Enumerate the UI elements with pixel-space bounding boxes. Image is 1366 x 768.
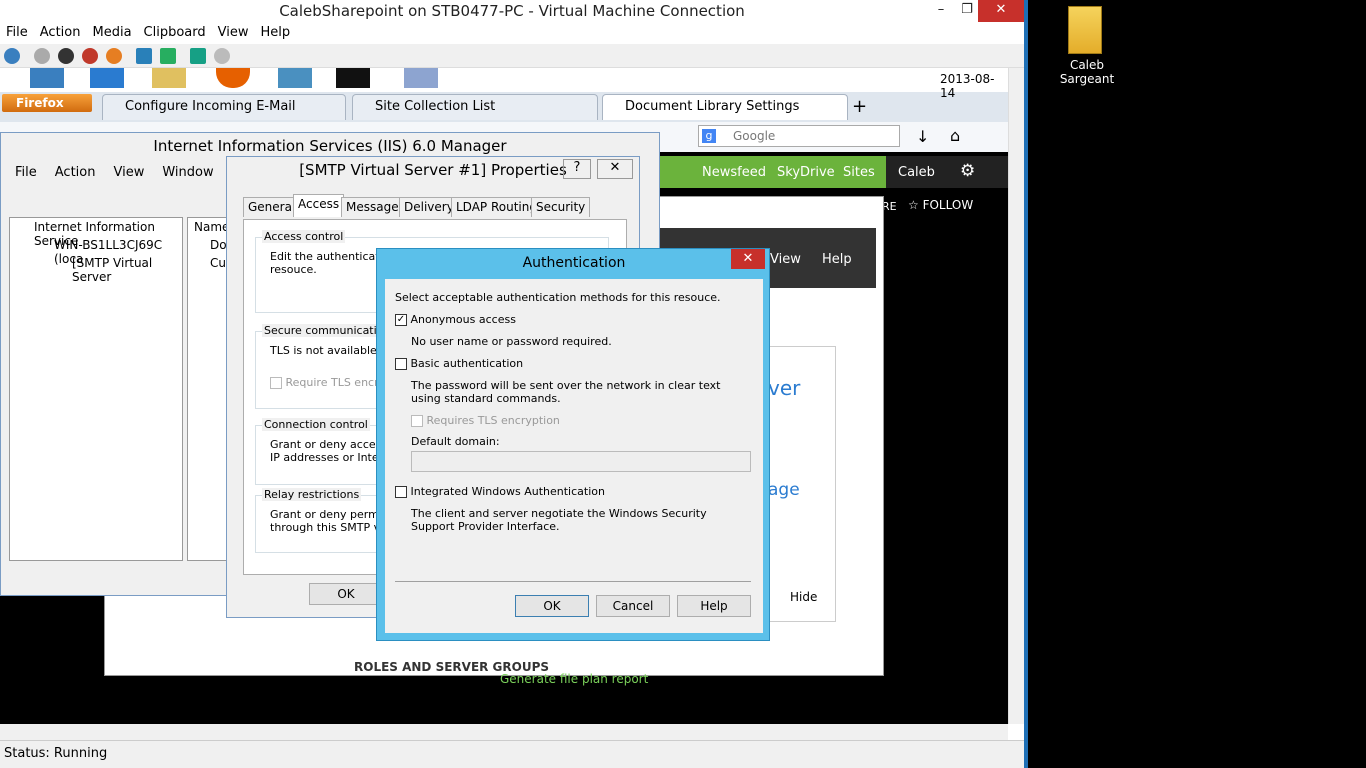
iis-tree: Internet Information Service WIN-BS1LL3C…: [9, 217, 183, 561]
anonymous-checkbox[interactable]: ✓ Anonymous access: [395, 313, 516, 326]
nav-skydrive[interactable]: SkyDrive: [777, 165, 835, 180]
tab-access[interactable]: Access: [293, 194, 345, 217]
auth-ok-button[interactable]: OK: [515, 595, 589, 617]
basic-desc: The password will be sent over the netwo…: [411, 379, 721, 405]
iis-menu-file[interactable]: File: [15, 165, 37, 180]
help-icon[interactable]: ?: [563, 159, 591, 179]
folder-icon[interactable]: [1068, 6, 1102, 54]
smtp-ok-button[interactable]: OK: [309, 583, 383, 605]
google-icon: g: [702, 129, 716, 143]
smtp-tab-strip: General Access Messages Delivery LDAP Ro…: [243, 194, 623, 219]
report-link[interactable]: Generate file plan report: [500, 672, 648, 686]
basic-checkbox[interactable]: Basic authentication: [395, 357, 523, 370]
vm-connection-window: CalebSharepoint on STB0477-PC - Virtual …: [0, 0, 1028, 768]
close-icon[interactable]: ✕: [978, 0, 1024, 22]
iis-menu-action[interactable]: Action: [55, 165, 96, 180]
sm-text-ver: ver: [768, 376, 801, 400]
auth-title: Authentication: [522, 255, 626, 271]
iis-menubar: FileActionViewWindowH: [15, 165, 241, 180]
tab-delivery[interactable]: Delivery: [399, 197, 459, 217]
desktop-icon-label[interactable]: Caleb Sargeant: [1052, 58, 1122, 86]
authentication-dialog: Authentication ✕ Select acceptable authe…: [376, 248, 770, 641]
menu-action[interactable]: Action: [40, 25, 81, 40]
sm-view-menu[interactable]: View: [770, 252, 801, 267]
user-menu[interactable]: Caleb: [898, 165, 935, 180]
menu-file[interactable]: File: [6, 25, 28, 40]
vm-title: CalebSharepoint on STB0477-PC - Virtual …: [0, 0, 1024, 22]
auth-help-button[interactable]: Help: [677, 595, 751, 617]
firefox-tab-strip: Firefox Configure Incoming E-Mail Settin…: [0, 92, 1008, 138]
cmd-icon[interactable]: [336, 68, 370, 88]
iwa-checkbox[interactable]: Integrated Windows Authentication: [395, 485, 605, 498]
status-text: Status: Running: [4, 746, 108, 761]
search-box[interactable]: g Google: [698, 125, 900, 147]
home-icon[interactable]: ⌂: [950, 126, 960, 145]
sm-text-age: age: [768, 480, 800, 500]
require-tls-checkbox: Require TLS encry: [270, 376, 385, 389]
close-icon[interactable]: ✕: [731, 249, 765, 269]
sm-help-menu[interactable]: Help: [822, 252, 852, 267]
vm-vertical-scrollbar[interactable]: [1008, 68, 1024, 724]
menu-media[interactable]: Media: [92, 25, 131, 40]
tab-configure-email[interactable]: Configure Incoming E-Mail Settings: [102, 94, 346, 138]
firefox-menu-button[interactable]: Firefox: [2, 94, 92, 112]
start-icon[interactable]: [34, 48, 50, 64]
nav-newsfeed[interactable]: Newsfeed: [702, 165, 766, 180]
anon-desc: No user name or password required.: [411, 335, 612, 348]
menu-view[interactable]: View: [218, 25, 249, 40]
tab-general[interactable]: General: [243, 197, 301, 217]
taskbar-app-icon[interactable]: [90, 68, 124, 88]
default-domain-label: Default domain:: [411, 435, 500, 448]
iis-menu-view[interactable]: View: [113, 165, 144, 180]
tab-document-library[interactable]: Document Library Settings: [602, 94, 848, 120]
resume-icon[interactable]: [160, 48, 176, 64]
sm-hide-link[interactable]: Hide: [790, 590, 817, 604]
auth-separator: [395, 581, 751, 582]
checkpoint-icon[interactable]: [190, 48, 206, 64]
iwa-desc: The client and server negotiate the Wind…: [411, 507, 707, 533]
auth-cancel-button[interactable]: Cancel: [596, 595, 670, 617]
turn-off-icon[interactable]: [58, 48, 74, 64]
auth-intro: Select acceptable authentication methods…: [395, 291, 721, 304]
pause-icon[interactable]: [136, 48, 152, 64]
vm-toolbar: [0, 44, 1024, 68]
guest-clock-text: 2013-08-14: [940, 72, 995, 100]
taskbar-app-icon[interactable]: [30, 68, 64, 88]
revert-icon[interactable]: [214, 48, 230, 64]
download-icon[interactable]: ↓: [916, 127, 929, 146]
ctrl-alt-del-icon[interactable]: [4, 48, 20, 64]
settings-icon[interactable]: ⚙: [960, 161, 975, 181]
tab-site-collection[interactable]: Site Collection List: [352, 94, 598, 120]
taskbar-app-icon[interactable]: [404, 68, 438, 88]
requires-tls-checkbox: Requires TLS encryption: [411, 414, 560, 427]
tree-smtp[interactable]: [SMTP Virtual Server: [72, 256, 182, 284]
shutdown-icon[interactable]: [82, 48, 98, 64]
new-tab-icon[interactable]: +: [852, 96, 867, 117]
share-fragment[interactable]: RE: [882, 200, 897, 213]
vm-horizontal-scrollbar[interactable]: [0, 724, 1008, 740]
secure-text: TLS is not available wi: [270, 344, 393, 357]
follow-button[interactable]: ☆ FOLLOW: [908, 198, 973, 212]
tab-security[interactable]: Security: [531, 197, 591, 217]
menu-clipboard[interactable]: Clipboard: [144, 25, 206, 40]
auth-body: Select acceptable authentication methods…: [385, 279, 763, 633]
menu-help[interactable]: Help: [260, 25, 290, 40]
host-desktop: Caleb Sargeant: [1028, 0, 1366, 768]
save-state-icon[interactable]: [106, 48, 122, 64]
default-domain-field: [411, 451, 751, 472]
nav-sites[interactable]: Sites: [843, 165, 875, 180]
list-header[interactable]: Name: [194, 220, 229, 234]
guest-screen[interactable]: 2013-08-14 2013-08-14 Firefox Configure …: [0, 68, 1008, 724]
vm-status-bar: Status: Running: [0, 740, 1024, 768]
search-input[interactable]: Google: [733, 129, 775, 143]
iis-menu-window[interactable]: Window: [162, 165, 213, 180]
vm-menubar: File Action Media Clipboard View Help: [0, 22, 1024, 44]
taskbar-app-icon[interactable]: [278, 68, 312, 88]
tab-ldap-routing[interactable]: LDAP Routing: [451, 197, 542, 217]
close-icon[interactable]: ✕: [597, 159, 633, 179]
taskbar-app-icon[interactable]: [152, 68, 186, 88]
